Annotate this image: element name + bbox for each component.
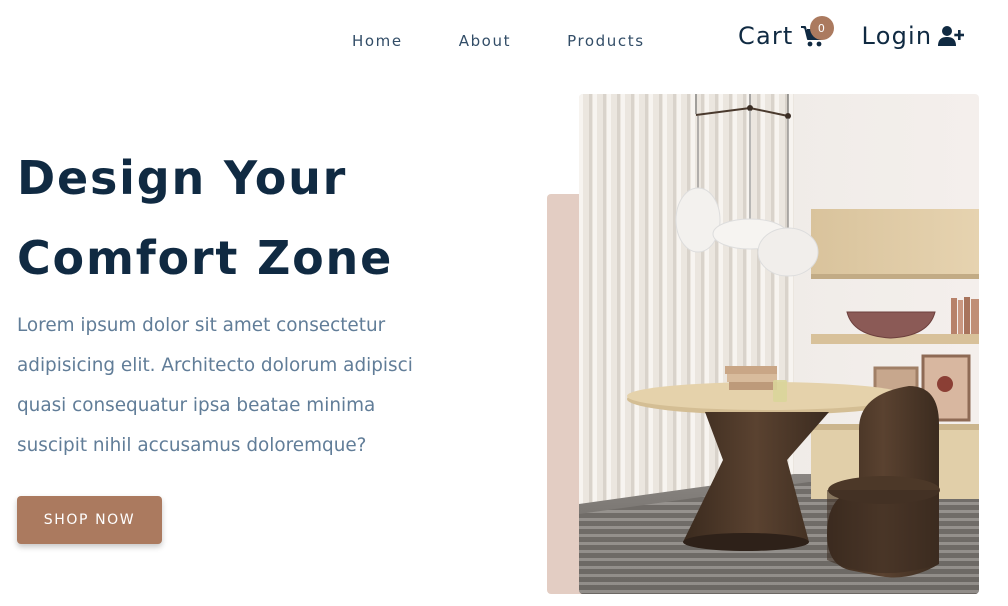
nav-actions: Cart 0 Login (738, 16, 965, 50)
cart-count-badge: 0 (810, 16, 834, 40)
hero-title-line-1: Design Your (17, 151, 348, 205)
interior-illustration (579, 94, 979, 594)
nav-link-home[interactable]: Home (340, 30, 415, 52)
cart-button[interactable]: Cart 0 (738, 16, 834, 50)
hero-title: Design Your Comfort Zone (17, 138, 393, 298)
hero-image (579, 94, 979, 594)
nav-link-about[interactable]: About (447, 30, 523, 52)
hero-title-line-2: Comfort Zone (17, 231, 394, 285)
page: Home About Products Cart 0 Login Design … (0, 0, 1008, 606)
login-label: Login (861, 22, 933, 50)
nav-link-products[interactable]: Products (555, 30, 657, 52)
hero-description: Lorem ipsum dolor sit amet consectetur a… (17, 315, 413, 456)
shop-now-button[interactable]: SHOP NOW (17, 496, 162, 544)
user-plus-icon (938, 26, 965, 46)
cart-label: Cart (738, 22, 794, 50)
login-button[interactable]: Login (862, 22, 965, 50)
main-nav: Home About Products (340, 30, 657, 52)
